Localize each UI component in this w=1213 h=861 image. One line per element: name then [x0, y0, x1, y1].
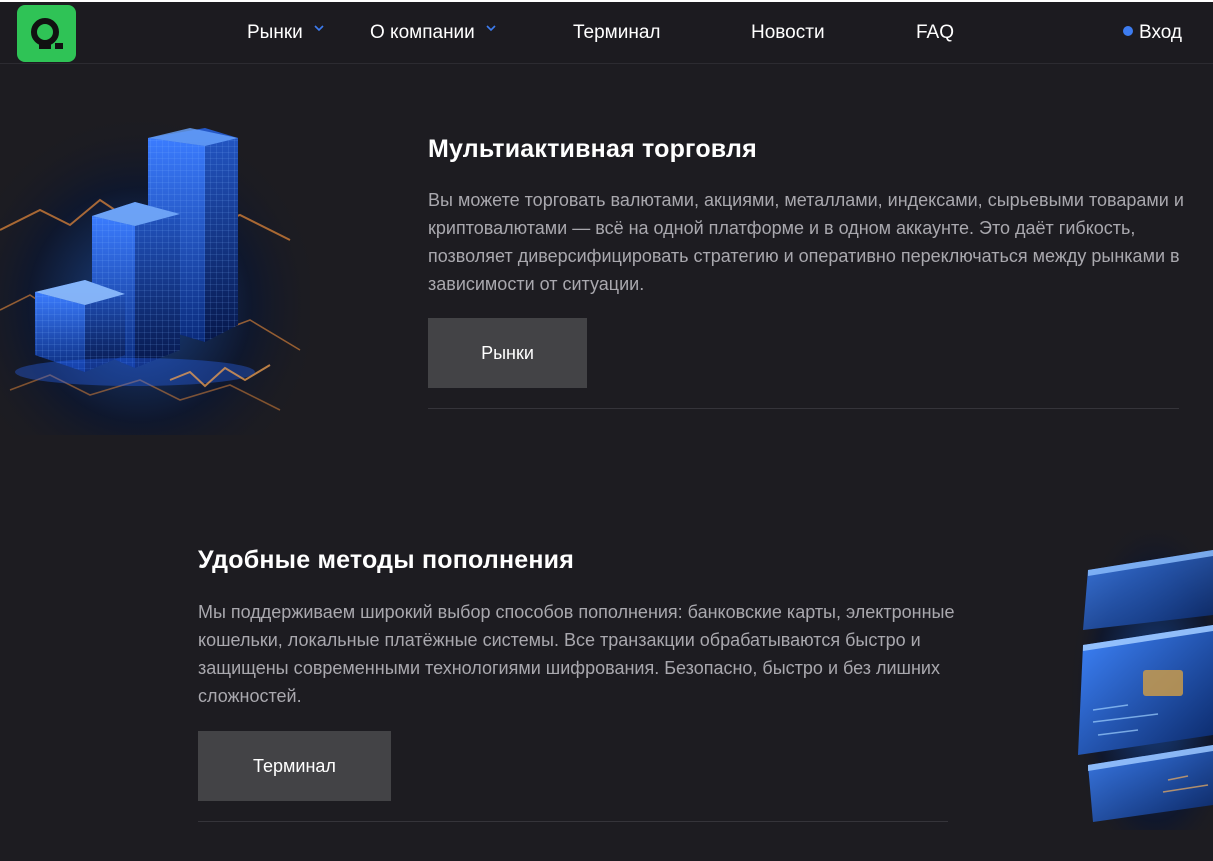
- section-text-multiasset: Вы можете торговать валютами, акциями, м…: [428, 190, 1184, 294]
- nav-item-label: О компании: [370, 22, 475, 43]
- status-dot-icon: [1123, 26, 1133, 36]
- skyscraper-chart-illustration: [0, 110, 310, 435]
- payment-cards-illustration: [1068, 530, 1213, 830]
- section-text-deposit: Мы поддерживаем широкий выбор способов п…: [198, 602, 955, 706]
- terminal-button[interactable]: Терминал: [198, 731, 391, 801]
- logo-icon: [31, 18, 63, 49]
- section-divider: [428, 408, 1179, 409]
- nav-item-label: FAQ: [916, 22, 955, 43]
- nav-item-faq[interactable]: FAQ: [916, 20, 954, 46]
- nav-item-markets[interactable]: Рынки: [247, 20, 325, 46]
- login-link[interactable]: Вход: [1123, 20, 1182, 46]
- nav-item-label: Рынки: [247, 22, 303, 43]
- nav-item-label: Терминал: [573, 22, 661, 43]
- brand-logo[interactable]: [17, 5, 76, 62]
- nav-item-terminal[interactable]: Терминал: [573, 20, 661, 46]
- chevron-down-icon: [486, 25, 496, 32]
- top-navbar: Рынки О компании Терминал Новости FAQ Вх…: [0, 2, 1213, 64]
- chevron-down-icon: [314, 25, 324, 32]
- login-label: Вход: [1139, 22, 1182, 43]
- section-title-deposit: Удобные методы пополнения: [198, 546, 575, 574]
- nav-item-news[interactable]: Новости: [751, 20, 825, 46]
- markets-button[interactable]: Рынки: [428, 318, 587, 388]
- nav-item-company[interactable]: О компании: [370, 20, 497, 46]
- nav-item-label: Новости: [751, 22, 825, 43]
- section-divider: [198, 821, 948, 822]
- section-title-multiasset: Мультиактивная торговля: [428, 135, 757, 163]
